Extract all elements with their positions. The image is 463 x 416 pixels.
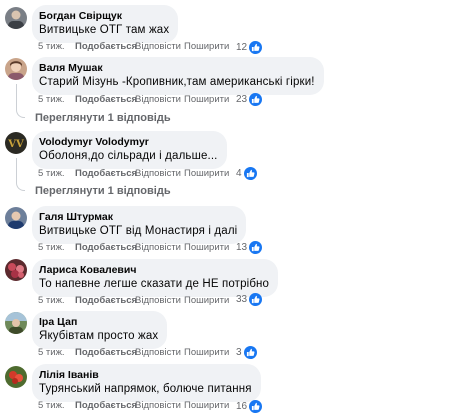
comment-time[interactable]: 5 тиж. bbox=[38, 168, 65, 180]
reply-button[interactable]: Відповісти bbox=[135, 400, 181, 412]
share-button[interactable]: Поширити bbox=[184, 168, 229, 180]
share-button[interactable]: Поширити bbox=[184, 347, 229, 359]
share-button[interactable]: Поширити bbox=[184, 41, 229, 53]
reply-button[interactable]: Відповісти bbox=[135, 242, 181, 254]
comment-bubble: Volodymyr Volodymyr Оболоня,до сільради … bbox=[32, 131, 227, 169]
reaction-count-value: 3 bbox=[236, 346, 242, 358]
comment-author[interactable]: Лілія Іванів bbox=[39, 368, 252, 382]
comment-text: То напевне легше сказати де НЕ потрібно bbox=[39, 278, 270, 290]
comment-time[interactable]: 5 тиж. bbox=[38, 242, 65, 254]
like-button[interactable]: Подобається bbox=[75, 94, 137, 106]
reaction-count[interactable]: 4 bbox=[236, 166, 257, 180]
reaction-count-value: 12 bbox=[236, 41, 248, 53]
avatar[interactable]: VV bbox=[5, 132, 27, 154]
comment-time[interactable]: 5 тиж. bbox=[38, 295, 65, 307]
comment-bubble: Галя Штурмак Витвицьке ОТГ від Монастиря… bbox=[32, 206, 247, 244]
reaction-count-value: 16 bbox=[236, 400, 248, 412]
like-button[interactable]: Подобається bbox=[75, 400, 137, 412]
comment-author[interactable]: Богдан Свірщук bbox=[39, 9, 169, 23]
comment-text: Оболоня,до сільради і дальше... bbox=[39, 150, 218, 162]
reaction-count-value: 13 bbox=[236, 241, 248, 253]
comment-author[interactable]: Іра Цап bbox=[39, 315, 158, 329]
thumbs-up-icon bbox=[249, 40, 263, 54]
comment-author[interactable]: Валя Мушак bbox=[39, 61, 315, 75]
comment-time[interactable]: 5 тиж. bbox=[38, 94, 65, 106]
avatar[interactable] bbox=[5, 58, 27, 80]
like-button[interactable]: Подобається bbox=[75, 295, 137, 307]
comment-text: Якубівтам просто жах bbox=[39, 330, 159, 342]
thumbs-up-icon bbox=[249, 399, 263, 413]
like-button[interactable]: Подобається bbox=[75, 347, 137, 359]
reply-button[interactable]: Відповісти bbox=[135, 168, 181, 180]
comment-time[interactable]: 5 тиж. bbox=[38, 400, 65, 412]
thumbs-up-icon bbox=[249, 292, 263, 306]
view-replies-link[interactable]: Переглянути 1 відповідь bbox=[35, 111, 171, 125]
reaction-count-value: 33 bbox=[236, 293, 248, 305]
thumbs-up-icon bbox=[243, 166, 257, 180]
like-button[interactable]: Подобається bbox=[75, 41, 137, 53]
like-button[interactable]: Подобається bbox=[75, 168, 137, 180]
reply-button[interactable]: Відповісти bbox=[135, 41, 181, 53]
svg-text:VV: VV bbox=[7, 139, 24, 150]
reply-thread-line bbox=[16, 84, 25, 118]
comment-author[interactable]: Галя Штурмак bbox=[39, 210, 237, 224]
reply-button[interactable]: Відповісти bbox=[135, 347, 181, 359]
thumbs-up-icon bbox=[249, 240, 263, 254]
reply-button[interactable]: Відповісти bbox=[135, 94, 181, 106]
comment-text: Витвицьке ОТГ від Монастиря і далі bbox=[39, 225, 238, 237]
reaction-count[interactable]: 3 bbox=[236, 345, 257, 359]
reaction-count-value: 4 bbox=[236, 167, 242, 179]
avatar[interactable] bbox=[5, 207, 27, 229]
comment-author[interactable]: Volodymyr Volodymyr bbox=[39, 135, 218, 149]
share-button[interactable]: Поширити bbox=[184, 295, 229, 307]
avatar[interactable] bbox=[5, 259, 27, 281]
reaction-count[interactable]: 23 bbox=[236, 92, 263, 106]
comment-text: Витвицьке ОТГ там жах bbox=[39, 24, 170, 36]
reaction-count[interactable]: 13 bbox=[236, 240, 263, 254]
share-button[interactable]: Поширити bbox=[184, 242, 229, 254]
comment-bubble: Лілія Іванів Турянський напрямок, болюче… bbox=[32, 364, 261, 402]
comment-bubble: Валя Мушак Старий Мізунь -Кропивник,там … bbox=[32, 57, 324, 95]
share-button[interactable]: Поширити bbox=[184, 400, 229, 412]
reply-button[interactable]: Відповісти bbox=[135, 295, 181, 307]
comment-bubble: Богдан Свірщук Витвицьке ОТГ там жах bbox=[32, 5, 179, 43]
comment-author[interactable]: Лариса Ковалевич bbox=[39, 263, 269, 277]
comment-bubble: Іра Цап Якубівтам просто жах bbox=[32, 311, 168, 349]
avatar[interactable] bbox=[5, 7, 27, 29]
avatar[interactable] bbox=[5, 312, 27, 334]
share-button[interactable]: Поширити bbox=[184, 94, 229, 106]
reply-thread-line bbox=[16, 158, 25, 191]
reaction-count[interactable]: 12 bbox=[236, 40, 263, 54]
comment-time[interactable]: 5 тиж. bbox=[38, 41, 65, 53]
reaction-count-value: 23 bbox=[236, 93, 248, 105]
like-button[interactable]: Подобається bbox=[75, 242, 137, 254]
comment-text: Старий Мізунь -Кропивник,там американськ… bbox=[39, 76, 315, 88]
comment-time[interactable]: 5 тиж. bbox=[38, 347, 65, 359]
thumbs-up-icon bbox=[243, 345, 257, 359]
reaction-count[interactable]: 16 bbox=[236, 399, 263, 413]
thumbs-up-icon bbox=[249, 92, 263, 106]
reaction-count[interactable]: 33 bbox=[236, 292, 263, 306]
view-replies-link[interactable]: Переглянути 1 відповідь bbox=[35, 184, 171, 198]
comment-text: Турянський напрямок, болюче питання bbox=[39, 383, 252, 395]
avatar[interactable] bbox=[5, 366, 27, 388]
